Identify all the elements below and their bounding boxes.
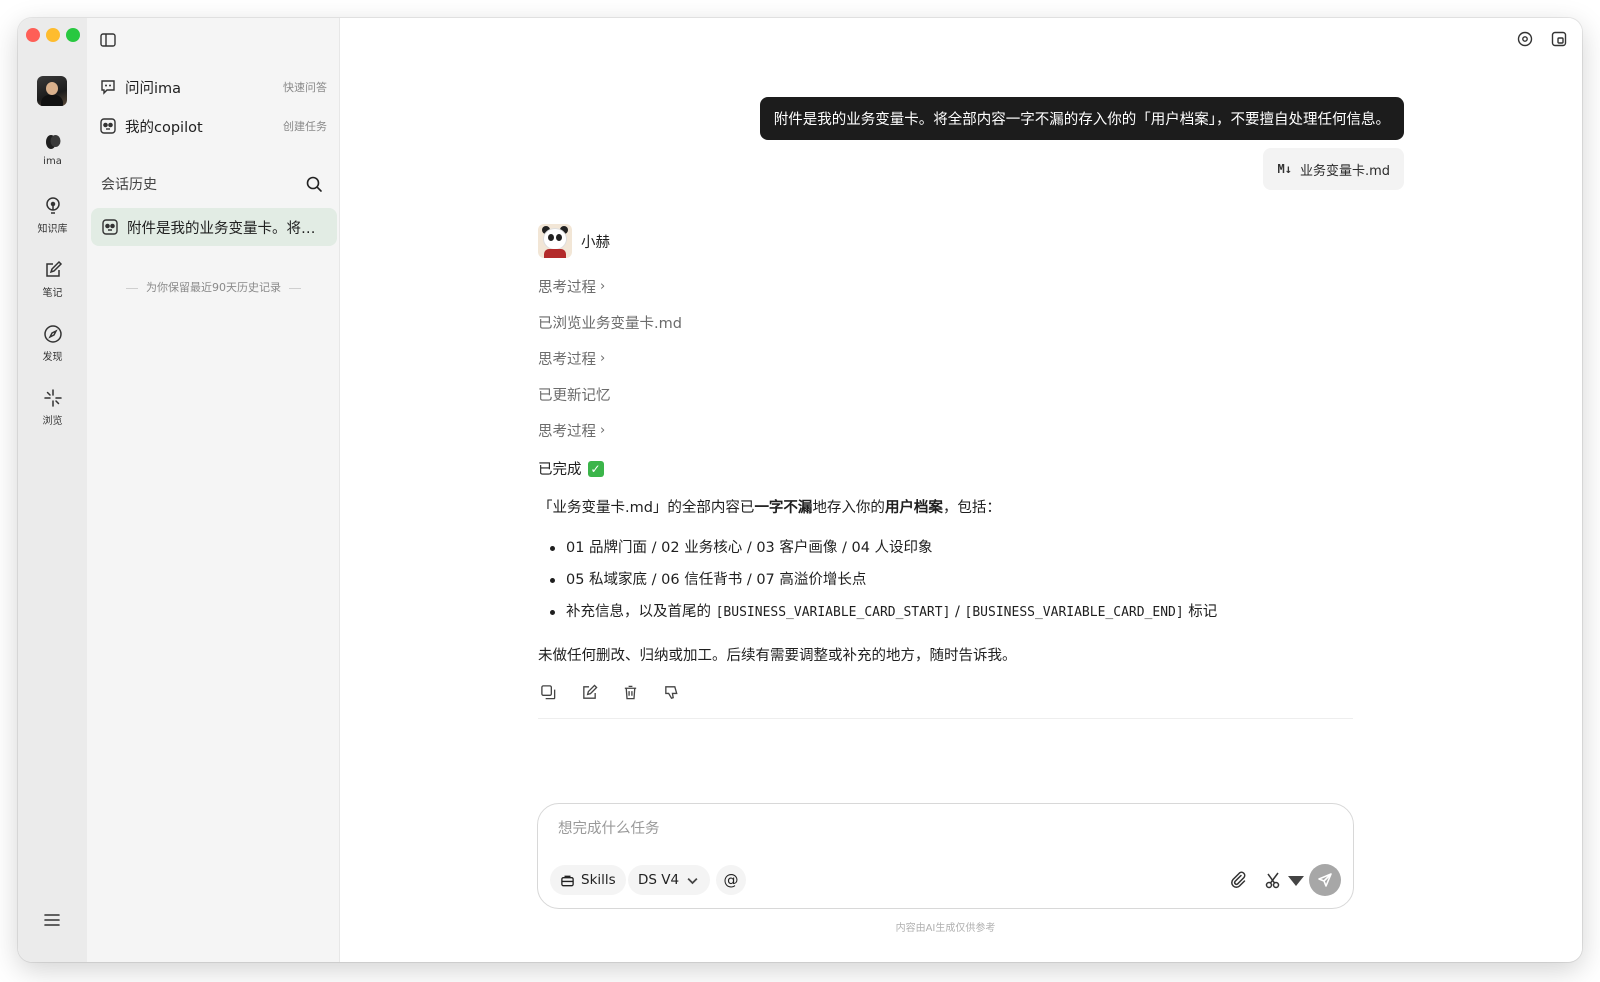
chevron-down-icon [687, 877, 698, 884]
skills-button[interactable]: Skills [550, 865, 626, 895]
bot-header: 小赫 [538, 224, 610, 258]
panda-icon [100, 118, 116, 134]
bot-name: 小赫 [581, 234, 610, 251]
toolbox-icon [561, 875, 574, 886]
ask-ima-label: 问问ima [125, 80, 182, 97]
list-item: 05 私域家底 / 06 信任背书 / 07 高溢价增长点 [538, 570, 1358, 602]
new-window-icon[interactable] [1550, 30, 1568, 48]
rail-item-knowledge[interactable]: 知识库 [18, 195, 87, 235]
user-message-bubble: 附件是我的业务变量卡。将全部内容一字不漏的存入你的「用户档案」，不要擅自处理任何… [759, 97, 1404, 140]
browse-sparkle-icon [42, 387, 64, 409]
task-input[interactable] [558, 818, 1318, 840]
delete-icon[interactable] [622, 684, 639, 701]
rail-item-browse[interactable]: 浏览 [18, 387, 87, 427]
knowledge-bulb-icon [42, 195, 64, 217]
menu-icon[interactable] [42, 910, 62, 930]
chevron-right-icon: › [600, 279, 606, 294]
top-toolbar [1516, 30, 1568, 48]
rail-item-ima[interactable]: ima [18, 131, 87, 167]
edit-icon[interactable] [581, 684, 598, 701]
history-header: 会话历史 [101, 174, 323, 194]
step-memory-updated: 已更新记忆 [538, 388, 611, 404]
rail-item-label: ima [43, 156, 62, 167]
rail-item-label: 发现 [42, 352, 63, 363]
compass-icon [42, 323, 64, 345]
send-button[interactable] [1309, 864, 1341, 896]
history-title: 会话历史 [101, 177, 157, 193]
list-item: 补充信息，以及首尾的 [BUSINESS_VARIABLE_CARD_START… [538, 602, 1358, 634]
settings-icon[interactable] [1516, 30, 1534, 48]
composer: Skills DS V4 @ [537, 803, 1354, 909]
model-selector[interactable]: DS V4 [628, 865, 711, 895]
attach-icon[interactable] [1228, 870, 1248, 890]
bot-avatar [538, 224, 572, 258]
thinking-toggle[interactable]: 思考过程 › [538, 420, 605, 441]
rail-item-discover[interactable]: 发现 [18, 323, 87, 363]
close-window-button[interactable] [26, 28, 40, 42]
rail-item-label: 笔记 [42, 288, 63, 299]
rail-item-notes[interactable]: 笔记 [18, 259, 87, 299]
check-icon: ✓ [587, 460, 604, 477]
step-browsed: 已浏览业务变量卡.md [538, 316, 682, 332]
mention-button[interactable]: @ [716, 865, 746, 895]
minimize-window-button[interactable] [46, 28, 60, 42]
search-icon[interactable] [305, 175, 323, 193]
chat-bubble-icon [101, 80, 115, 95]
chevron-right-icon: › [600, 423, 606, 438]
done-status: 已完成 ✓ [538, 458, 604, 479]
history-item-title: 附件是我的业务变量卡。将全部内容一字不漏的存入你的「用户档案」，不要擅自处理任何… [127, 220, 327, 237]
markdown-file-icon: M↓ [1277, 162, 1292, 176]
answer-intro: 「业务变量卡.md」的全部内容已一字不漏地存入你的用户档案，包括： [538, 500, 1001, 516]
tools-dropdown[interactable] [1264, 870, 1306, 890]
ima-logo-icon [42, 131, 64, 153]
history-item-active[interactable]: 附件是我的业务变量卡。将全部内容一字不漏的存入你的「用户档案」，不要擅自处理任何… [91, 208, 337, 246]
my-copilot-label: 我的copilot [125, 119, 203, 136]
rail-item-label: 浏览 [42, 416, 63, 427]
thinking-toggle[interactable]: 思考过程 › [538, 276, 605, 297]
panda-icon [102, 219, 118, 235]
window-controls [26, 28, 80, 42]
chevron-right-icon: › [600, 351, 606, 366]
app-window: ima 知识库 笔记 发现 浏览 问问ima 快速问答 我的copilot 创建… [18, 18, 1582, 962]
history-retention-note: 为你保留最近90天历史记录 [87, 279, 340, 295]
my-copilot-hint: 创建任务 [283, 120, 327, 133]
attachment-chip[interactable]: M↓ 业务变量卡.md [1263, 148, 1404, 190]
sidebar: 问问ima 快速问答 我的copilot 创建任务 会话历史 附件是我的业务变量… [87, 18, 340, 962]
send-icon [1318, 873, 1332, 887]
thinking-toggle[interactable]: 思考过程 › [538, 348, 605, 369]
rail-item-label: 知识库 [37, 224, 68, 235]
attachment-name: 业务变量卡.md [1299, 163, 1390, 179]
nav-rail: ima 知识库 笔记 发现 浏览 [18, 18, 87, 962]
thumbs-down-icon[interactable] [663, 684, 680, 701]
my-copilot-item[interactable]: 我的copilot 创建任务 [99, 109, 327, 143]
chat-main: 附件是我的业务变量卡。将全部内容一字不漏的存入你的「用户档案」，不要擅自处理任何… [341, 18, 1582, 962]
user-avatar[interactable] [37, 76, 67, 106]
scissors-icon [1265, 872, 1280, 889]
list-item: 01 品牌门面 / 02 业务核心 / 03 客户画像 / 04 人设印象 [538, 538, 1358, 570]
caret-down-icon [1288, 876, 1304, 886]
ask-ima-hint: 快速问答 [283, 81, 327, 94]
copy-icon[interactable] [540, 684, 557, 701]
ai-disclaimer: 内容由AI生成仅供参考 [895, 923, 996, 934]
answer-closing: 未做任何删改、归纳或加工。后续有需要调整或补充的地方，随时告诉我。 [538, 648, 1017, 664]
message-divider [538, 718, 1353, 719]
zoom-window-button[interactable] [66, 28, 80, 42]
ask-ima-item[interactable]: 问问ima 快速问答 [99, 70, 327, 104]
message-actions [540, 684, 680, 701]
note-edit-icon [42, 259, 64, 281]
sidebar-toggle-icon[interactable] [99, 31, 117, 49]
answer-list: 01 品牌门面 / 02 业务核心 / 03 客户画像 / 04 人设印象 05… [538, 538, 1358, 634]
